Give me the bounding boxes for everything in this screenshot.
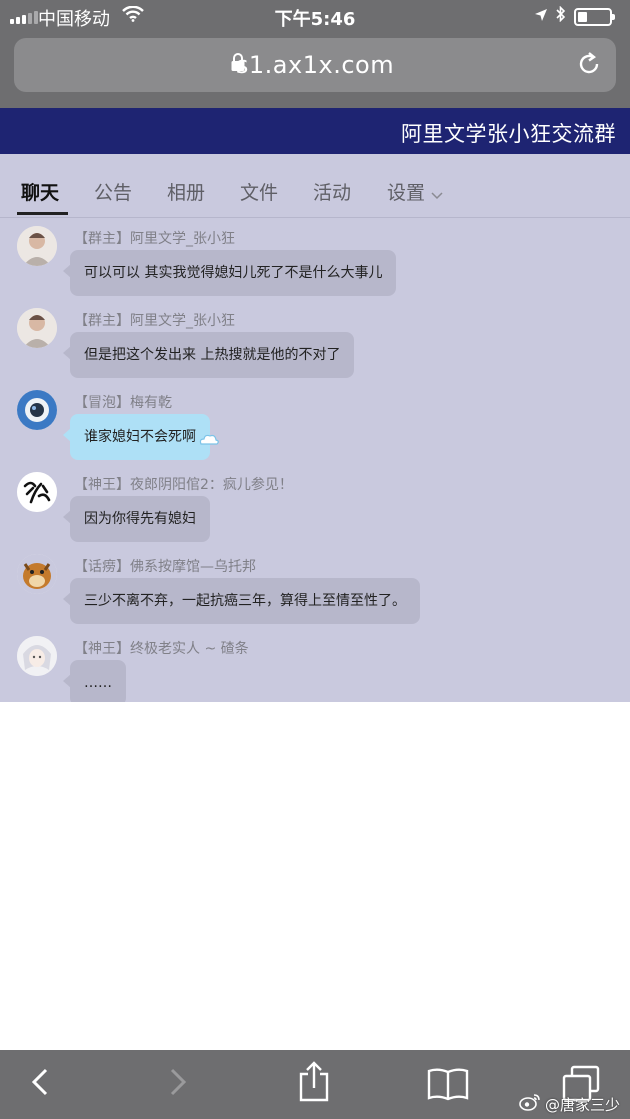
tab-activities[interactable]: 活动 [313, 178, 351, 205]
sender-name: 梅有乾 [130, 395, 172, 411]
message-sender: 【冒泡】梅有乾 [74, 392, 172, 412]
tab-announcements[interactable]: 公告 [94, 178, 132, 205]
person-avatar-icon[interactable] [17, 226, 57, 266]
tab-settings[interactable]: 设置 [387, 178, 443, 205]
message-text: 三少不离不弃，一起抗癌三年，算得上至情至性了。 [84, 593, 406, 609]
tab-bar: 聊天 公告 相册 文件 活动 设置 [0, 154, 630, 218]
message-sender: 【群主】阿里文学_张小狂 [74, 310, 235, 330]
message-bubble: …… [63, 660, 126, 702]
member-tag: 【冒泡】 [74, 395, 130, 411]
message-bubble: 可以可以 其实我觉得媳妇儿死了不是什么大事儿 [62, 250, 397, 296]
tab-files[interactable]: 文件 [240, 178, 278, 205]
message-sender: 【神王】夜郎阴阳倌2：疯儿参见！ [74, 474, 293, 494]
message-bubble: 因为你得先有媳妇 [63, 496, 210, 542]
anime-avatar-icon[interactable] [17, 636, 57, 676]
message-bubble: 三少不离不弃，一起抗癌三年，算得上至情至性了。 [63, 578, 420, 624]
sender-name: 佛系按摩馆—乌托邦 [130, 559, 256, 575]
message-sender: 【神王】终极老实人 ~ 碴条 [74, 638, 249, 658]
chevron-down-icon [431, 183, 443, 205]
tab-chat[interactable]: 聊天 [21, 178, 59, 205]
member-tag: 【神王】 [74, 641, 130, 657]
message-text: 因为你得先有媳妇 [84, 511, 196, 527]
active-tab-indicator [17, 212, 68, 215]
message-text: 但是把这个发出来 上热搜就是他的不对了 [84, 347, 341, 363]
member-tag: 【群主】 [74, 231, 130, 247]
astronaut-avatar-icon[interactable] [17, 390, 57, 430]
forward-arrow-icon[interactable] [166, 1064, 190, 1104]
watermark-text: @唐家三少 [544, 1095, 620, 1114]
url-text: s1.ax1x.com [235, 51, 395, 79]
group-header: 阿里文学张小狂交流群 [0, 108, 630, 154]
tab-settings-label: 设置 [387, 182, 426, 204]
horse-avatar-icon[interactable] [17, 554, 57, 594]
person-avatar-icon[interactable] [17, 308, 57, 348]
status-bar: 中国移动 下午5:46 [0, 0, 630, 34]
weibo-logo-icon [519, 1093, 541, 1115]
member-tag: 【神王】 [74, 477, 130, 493]
message-bubble: 谁家媳妇不会死啊 [63, 414, 219, 460]
message-sender: 【话痨】佛系按摩馆—乌托邦 [74, 556, 256, 576]
reload-icon[interactable] [576, 51, 602, 81]
bluetooth-icon [556, 5, 566, 27]
sender-name: 阿里文学_张小狂 [130, 313, 235, 329]
battery-icon [574, 7, 615, 26]
group-title: 阿里文学张小狂交流群 [401, 122, 616, 146]
calligraphy-avatar-icon[interactable] [17, 472, 57, 512]
sender-name: 夜郎阴阳倌2：疯儿参见！ [130, 477, 293, 493]
member-tag: 【群主】 [74, 313, 130, 329]
back-arrow-icon[interactable] [28, 1064, 52, 1104]
bookmarks-icon[interactable] [426, 1066, 470, 1106]
watermark: @唐家三少 [519, 1093, 620, 1115]
message-text: 谁家媳妇不会死啊 [84, 429, 196, 445]
message-text: …… [84, 675, 112, 691]
tab-album[interactable]: 相册 [167, 178, 205, 205]
share-icon[interactable] [297, 1060, 331, 1108]
browser-chrome: 中国移动 下午5:46 s1.ax1x.com [0, 0, 630, 108]
sender-name: 终极老实人 ~ 碴条 [130, 641, 249, 657]
message-bubble: 但是把这个发出来 上热搜就是他的不对了 [62, 332, 355, 378]
address-bar[interactable]: s1.ax1x.com [14, 38, 616, 92]
sender-name: 阿里文学_张小狂 [130, 231, 235, 247]
chat-page: 聊天 公告 相册 文件 活动 设置 【群主】阿里文学_张小狂 可以可以 其实我觉… [0, 154, 630, 702]
member-tag: 【话痨】 [74, 559, 130, 575]
message-sender: 【群主】阿里文学_张小狂 [74, 228, 235, 248]
message-text: 可以可以 其实我觉得媳妇儿死了不是什么大事儿 [84, 265, 383, 281]
cloud-decoration-icon [198, 420, 220, 466]
battery-level [578, 11, 587, 22]
location-arrow-icon [534, 6, 548, 27]
